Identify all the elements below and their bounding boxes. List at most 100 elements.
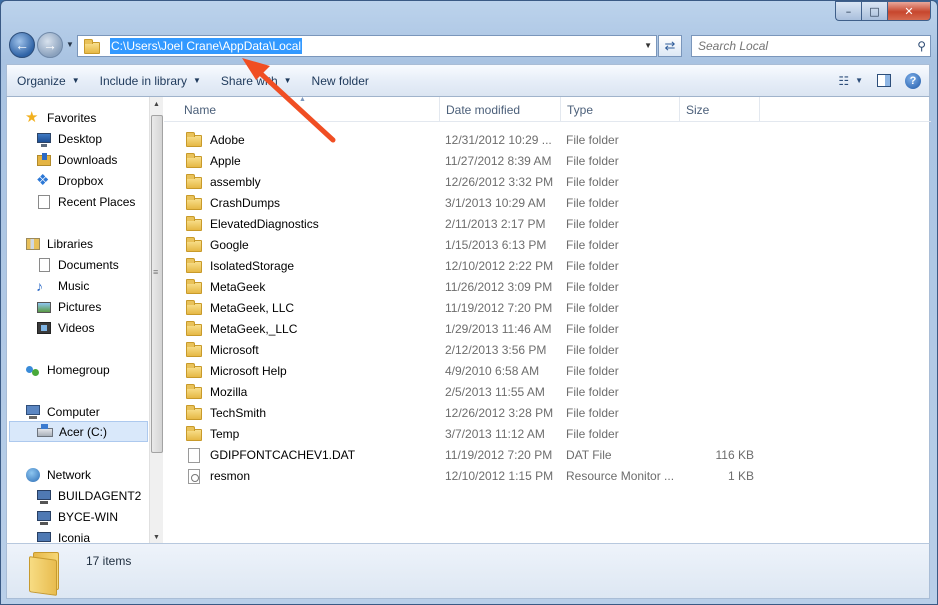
table-row[interactable]: Adobe 12/31/2012 10:29 ... File folder bbox=[164, 129, 764, 150]
nav-scrollbar[interactable]: ▲ ≡ ▼ bbox=[149, 97, 163, 543]
cell-date-modified: 1/29/2013 11:46 AM bbox=[445, 321, 552, 336]
table-row[interactable]: MetaGeek, LLC 11/19/2012 7:20 PM File fold… bbox=[164, 297, 764, 318]
nav-label: Recent Places bbox=[58, 194, 136, 209]
cell-date-modified: 12/26/2012 3:32 PM bbox=[445, 174, 554, 189]
table-row[interactable]: GDIPFONTCACHEV1.DAT 11/19/2012 7:20 PM DAT… bbox=[164, 444, 764, 465]
table-row[interactable]: IsolatedStorage 12/10/2012 2:22 PM File fo… bbox=[164, 255, 764, 276]
nav-videos[interactable]: Videos bbox=[36, 317, 94, 338]
cell-type: File folder bbox=[566, 237, 619, 252]
nav-iconia[interactable]: Iconia bbox=[36, 527, 90, 543]
table-row[interactable]: Microsoft 2/12/2013 3:56 PM File folder bbox=[164, 339, 764, 360]
nav-recent-places[interactable]: Recent Places bbox=[36, 191, 135, 212]
large-folder-icon bbox=[29, 552, 65, 596]
nav-acer-drive[interactable]: Acer (C:) bbox=[9, 421, 148, 442]
grip-icon: ≡ bbox=[153, 267, 159, 277]
resource-monitor-icon bbox=[186, 468, 202, 484]
cell-type: File folder bbox=[566, 279, 619, 294]
table-row[interactable]: Microsoft Help 4/9/2010 6:58 AM File folde… bbox=[164, 360, 764, 381]
address-path[interactable]: C:\Users\Joel Crane\AppData\Local bbox=[110, 38, 303, 54]
column-header-size[interactable]: Size bbox=[680, 97, 760, 122]
table-row[interactable]: MetaGeek,_LLC 1/29/2013 11:46 AM File fold… bbox=[164, 318, 764, 339]
table-row[interactable]: ElevatedDiagnostics 2/11/2013 2:17 PM File… bbox=[164, 213, 764, 234]
share-with-button[interactable]: Share with ▼ bbox=[211, 65, 302, 96]
nav-libraries[interactable]: Libraries bbox=[25, 233, 93, 254]
cell-name: Mozilla bbox=[164, 383, 440, 399]
header-label: Date modified bbox=[446, 102, 521, 117]
nav-pictures[interactable]: Pictures bbox=[36, 296, 101, 317]
nav-byce-win[interactable]: BYCE-WIN bbox=[36, 506, 118, 527]
file-name: Mozilla bbox=[210, 384, 248, 399]
chevron-down-icon: ▼ bbox=[283, 76, 292, 85]
column-header-date-modified[interactable]: Date modified bbox=[440, 97, 561, 122]
preview-pane-icon bbox=[877, 74, 891, 87]
cell-name: Microsoft Help bbox=[164, 362, 440, 378]
forward-button[interactable]: → bbox=[37, 32, 63, 58]
minimize-button[interactable]: – bbox=[835, 1, 861, 21]
cell-date-modified: 12/31/2012 10:29 ... bbox=[445, 132, 552, 147]
nav-downloads[interactable]: Downloads bbox=[36, 149, 117, 170]
address-bar[interactable]: C:\Users\Joel Crane\AppData\Local ▼ bbox=[77, 35, 657, 57]
cell-type: File folder bbox=[566, 426, 619, 441]
nav-label: Network bbox=[47, 467, 92, 482]
cell-name: MetaGeek bbox=[164, 278, 440, 294]
column-header-type[interactable]: Type bbox=[561, 97, 680, 122]
search-input[interactable] bbox=[698, 39, 898, 53]
table-row[interactable]: assembly 12/26/2012 3:32 PM File folder bbox=[164, 171, 764, 192]
folder-icon bbox=[186, 341, 202, 357]
file-name: ElevatedDiagnostics bbox=[210, 216, 319, 231]
nav-homegroup[interactable]: Homegroup bbox=[25, 359, 110, 380]
table-row[interactable]: Temp 3/7/2013 11:12 AM File folder bbox=[164, 423, 764, 444]
table-row[interactable]: Google 1/15/2013 6:13 PM File folder bbox=[164, 234, 764, 255]
folder-icon bbox=[186, 194, 202, 210]
folder-icon bbox=[186, 152, 202, 168]
change-view-button[interactable]: ☷ ▼ bbox=[838, 74, 863, 88]
nav-network[interactable]: Network bbox=[25, 464, 91, 485]
cell-type: File folder bbox=[566, 342, 619, 357]
scrollbar-thumb[interactable] bbox=[151, 115, 163, 453]
preview-pane-button[interactable] bbox=[877, 74, 891, 87]
music-icon: ♪ bbox=[36, 277, 43, 294]
search-icon[interactable]: ⚲ bbox=[917, 39, 926, 53]
new-folder-button[interactable]: New folder bbox=[302, 65, 379, 96]
maximize-button[interactable]: □ bbox=[861, 1, 887, 21]
homegroup-icon bbox=[25, 362, 41, 378]
nav-buildagent2[interactable]: BUILDAGENT2 bbox=[36, 485, 141, 506]
nav-favorites[interactable]: ★ Favorites bbox=[25, 107, 96, 128]
nav-computer[interactable]: Computer bbox=[25, 401, 100, 422]
table-row[interactable]: CrashDumps 3/1/2013 10:29 AM File folder bbox=[164, 192, 764, 213]
table-row[interactable]: Apple 11/27/2012 8:39 AM File folder bbox=[164, 150, 764, 171]
nav-dropbox[interactable]: ❖ Dropbox bbox=[36, 170, 103, 191]
table-row[interactable]: MetaGeek 11/26/2012 3:09 PM File folder bbox=[164, 276, 764, 297]
column-header-name[interactable]: ▲ Name bbox=[164, 96, 440, 122]
include-in-library-label: Include in library bbox=[99, 73, 187, 88]
search-box[interactable]: ⚲ bbox=[691, 35, 931, 57]
recent-pages-dropdown[interactable]: ▼ bbox=[66, 40, 74, 49]
cell-name: assembly bbox=[164, 173, 440, 189]
refresh-button[interactable]: ⇄ bbox=[658, 35, 682, 57]
table-row[interactable]: Mozilla 2/5/2013 11:55 AM File folder bbox=[164, 381, 764, 402]
file-name: Google bbox=[210, 237, 249, 252]
close-button[interactable]: ✕ bbox=[887, 1, 931, 21]
scroll-down-icon[interactable]: ▼ bbox=[153, 534, 160, 541]
file-name: GDIPFONTCACHEV1.DAT bbox=[210, 447, 356, 462]
back-button[interactable]: ← bbox=[9, 32, 35, 58]
help-button[interactable]: ? bbox=[905, 72, 921, 89]
file-name: IsolatedStorage bbox=[210, 258, 295, 273]
table-row[interactable]: TechSmith 12/26/2012 3:28 PM File folder bbox=[164, 402, 764, 423]
include-in-library-button[interactable]: Include in library ▼ bbox=[90, 65, 211, 96]
videos-icon bbox=[36, 320, 52, 336]
recent-places-icon bbox=[36, 194, 52, 210]
address-dropdown-icon[interactable]: ▼ bbox=[644, 41, 652, 50]
nav-music[interactable]: ♪ Music bbox=[36, 275, 89, 296]
nav-desktop[interactable]: Desktop bbox=[36, 128, 102, 149]
network-computer-icon bbox=[36, 509, 52, 525]
nav-label: Videos bbox=[58, 320, 95, 335]
nav-documents[interactable]: Documents bbox=[36, 254, 119, 275]
cell-date-modified: 2/11/2013 2:17 PM bbox=[445, 216, 546, 231]
table-row[interactable]: resmon 12/10/2012 1:15 PM Resource Monitor… bbox=[164, 465, 764, 486]
scroll-up-icon[interactable]: ▲ bbox=[153, 101, 160, 108]
cell-date-modified: 12/26/2012 3:28 PM bbox=[445, 405, 554, 420]
cell-name: Temp bbox=[164, 425, 440, 441]
organize-button[interactable]: Organize ▼ bbox=[7, 65, 90, 96]
cell-date-modified: 12/10/2012 1:15 PM bbox=[445, 468, 554, 483]
